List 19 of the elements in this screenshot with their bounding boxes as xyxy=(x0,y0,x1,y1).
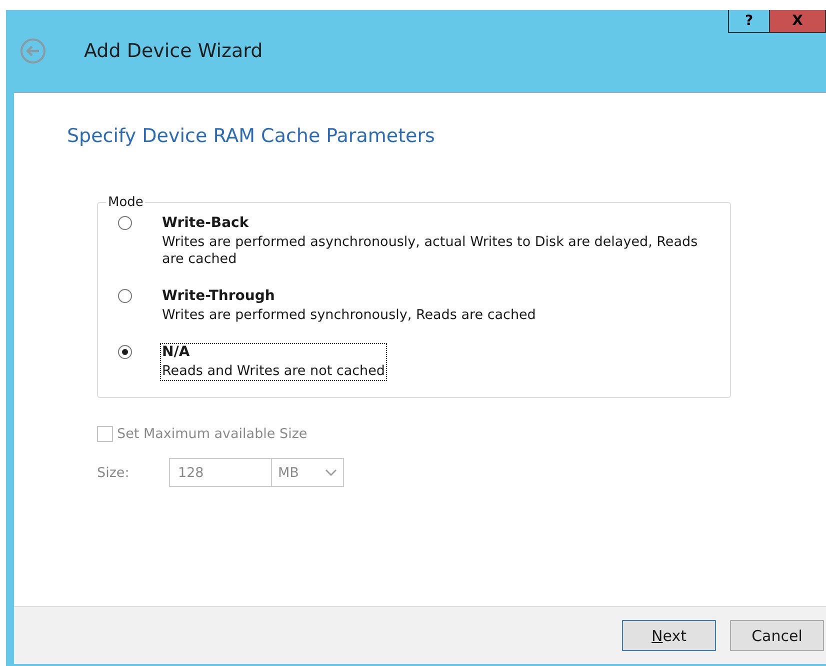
option-title: Write-Through xyxy=(162,288,276,304)
checkbox-label: Set Maximum available Size xyxy=(117,426,308,442)
radio-button[interactable] xyxy=(118,345,132,359)
chevron-icon xyxy=(325,468,337,476)
radio-button[interactable] xyxy=(118,216,132,230)
group-label: Mode xyxy=(107,195,144,210)
close-button[interactable]: X xyxy=(770,10,826,33)
option-description: Writes are performed synchronously, Reads are cached xyxy=(162,307,536,324)
option-description: Writes are performed asynchronously, actual Writes to Disk are delayed, Reads are cached xyxy=(162,234,699,268)
option-title: Write-Back xyxy=(162,215,250,231)
wizard-button[interactable]: Cancel xyxy=(730,620,824,651)
radio-button[interactable] xyxy=(118,289,132,303)
window-title: Add Device Wizard xyxy=(84,40,263,62)
size-label: Size: xyxy=(97,464,130,480)
help-button[interactable]: ? xyxy=(728,10,770,33)
page-heading: Specify Device RAM Cache Parameters xyxy=(67,125,436,147)
option-description: Reads and Writes are not cached xyxy=(162,363,385,380)
wizard-button[interactable]: Next xyxy=(622,620,716,651)
option-title: N/A xyxy=(162,344,191,360)
